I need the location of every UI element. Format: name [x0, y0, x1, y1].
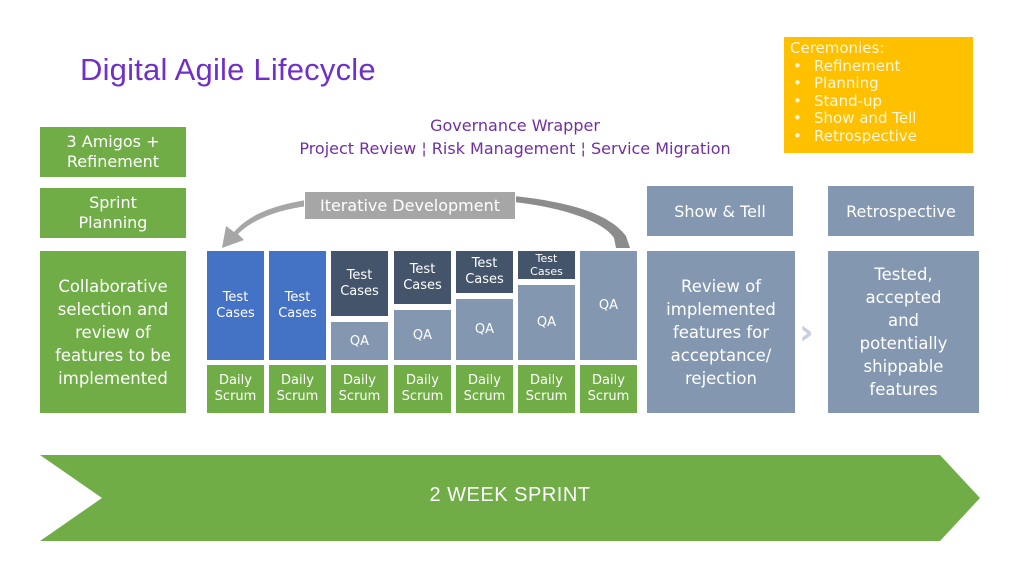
sprint-banner-label: 2 WEEK SPRINT [429, 484, 591, 506]
